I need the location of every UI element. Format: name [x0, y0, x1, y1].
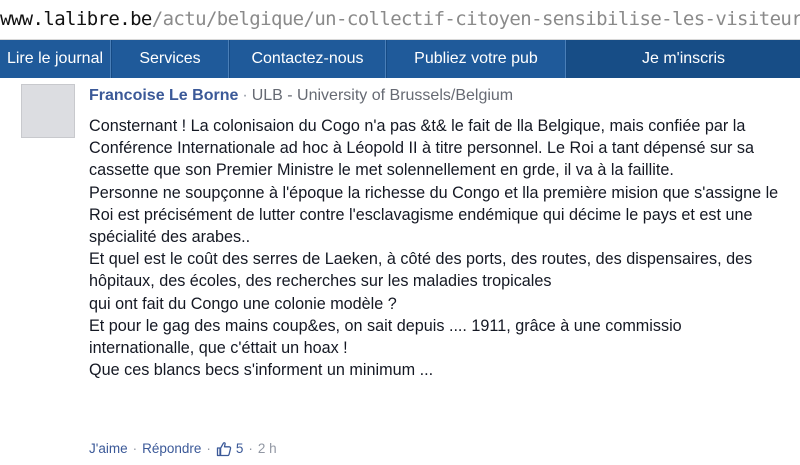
author-name[interactable]: Francoise Le Borne	[89, 87, 238, 104]
nav-je-minscris-button[interactable]: Je m'inscris	[566, 40, 800, 78]
comment-body: Consternant ! La colonisaion du Cogo n'a…	[89, 115, 789, 381]
comment-paragraph: Que ces blancs becs s'informent un minim…	[89, 361, 434, 380]
comment-paragraph: Et quel est le coût des serres de Laeken…	[89, 250, 753, 291]
site-navbar: Lire le journal Services Contactez-nous …	[0, 40, 800, 78]
nav-lire-le-journal[interactable]: Lire le journal	[0, 40, 111, 78]
comment-paragraph: qui ont fait du Congo une colonie modèle…	[89, 294, 397, 313]
action-separator: ·	[248, 441, 253, 456]
like-count[interactable]: 5	[236, 440, 244, 458]
url-path: /actu/belgique/un-collectif-citoyen-sens…	[151, 8, 800, 30]
reply-link[interactable]: Répondre	[142, 440, 201, 458]
comment-actions: J'aime · Répondre · 5 · 2 h	[89, 440, 277, 458]
like-link[interactable]: J'aime	[89, 440, 128, 458]
comment-paragraph: Et pour le gag des mains coup&es, on sai…	[89, 316, 682, 358]
nav-contactez-nous[interactable]: Contactez-nous	[229, 40, 386, 78]
action-separator: ·	[206, 441, 211, 456]
thumbs-up-icon[interactable]	[216, 441, 232, 457]
nav-publiez-votre-pub[interactable]: Publiez votre pub	[386, 40, 566, 78]
comment-paragraph: Consternant ! La colonisaion du Cogo n'a…	[89, 117, 755, 180]
action-separator: ·	[132, 441, 138, 456]
avatar[interactable]	[21, 84, 75, 138]
comment-header: Francoise Le Borne · ULB - University of B…	[89, 86, 513, 106]
author-affiliation: ULB - University of Brussels/Belgium	[251, 87, 514, 104]
address-bar[interactable]: www.lalibre.be/actu/belgique/un-collecti…	[0, 0, 800, 40]
default-avatar-icon	[22, 85, 74, 137]
header-separator: ·	[242, 87, 248, 104]
url-host: www.lalibre.be	[0, 8, 152, 30]
comment-timestamp[interactable]: 2 h	[258, 440, 277, 458]
comment: Francoise Le Borne · ULB - University of B…	[0, 78, 800, 465]
url-text[interactable]: www.lalibre.be/actu/belgique/un-collecti…	[0, 7, 800, 31]
comment-paragraph: Personne ne soupçonne à l'époque la rich…	[89, 183, 779, 247]
nav-services[interactable]: Services	[111, 40, 229, 78]
